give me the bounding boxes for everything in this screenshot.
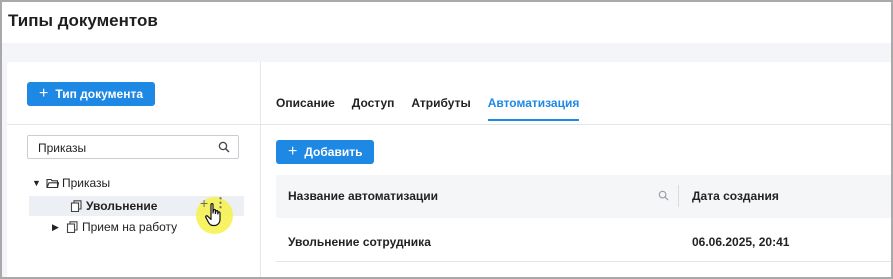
page-title: Типы документов (8, 11, 158, 30)
add-automation-button[interactable]: + Добавить (276, 140, 375, 164)
add-document-type-button[interactable]: + Тип документа (27, 82, 155, 106)
add-automation-label: Добавить (304, 145, 363, 159)
tab-description[interactable]: Описание (276, 96, 335, 120)
tab-access[interactable]: Доступ (352, 96, 395, 120)
search-input[interactable]: Приказы (27, 135, 239, 159)
search-icon[interactable] (658, 190, 669, 201)
tree-node-orders[interactable]: ▼ Приказы (32, 176, 110, 190)
table-row[interactable]: Увольнение сотрудника 06.06.2025, 20:41 (276, 219, 891, 262)
tab-automation[interactable]: Автоматизация (487, 96, 579, 121)
tab-attributes[interactable]: Атрибуты (411, 96, 470, 120)
search-input-value: Приказы (38, 141, 87, 155)
tree-node-hiring[interactable]: ▶ Прием на работу (52, 220, 177, 234)
plus-icon: + (39, 85, 49, 102)
table-header: Название автоматизации Дата создания (276, 175, 891, 218)
documents-icon (66, 221, 78, 233)
hand-pointer-icon (205, 203, 221, 227)
panel-divider (260, 62, 261, 277)
column-header-created[interactable]: Дата создания (692, 189, 779, 203)
caret-right-icon[interactable]: ▶ (52, 222, 62, 233)
page-header: Типы документов (2, 2, 891, 43)
app-window: Типы документов + Тип документа Приказы … (0, 0, 893, 279)
automation-name: Увольнение сотрудника (288, 235, 431, 249)
content-panel: + Тип документа Приказы ▼ Приказы Увольн… (7, 62, 891, 277)
documents-icon (70, 200, 82, 212)
tree-node-label: Прием на работу (82, 220, 178, 234)
tabs-divider (261, 124, 891, 125)
folder-open-icon (46, 178, 59, 189)
add-document-type-label: Тип документа (55, 87, 143, 101)
column-separator[interactable] (678, 185, 679, 207)
search-icon[interactable] (218, 141, 230, 153)
plus-icon: + (288, 143, 298, 160)
tab-bar: Описание Доступ Атрибуты Автоматизация (276, 96, 579, 121)
tree-node-label: Приказы (62, 176, 111, 190)
tree-node-label: Увольнение (86, 199, 158, 213)
automation-created-date: 06.06.2025, 20:41 (692, 235, 790, 249)
caret-down-icon[interactable]: ▼ (32, 178, 42, 188)
left-header-divider (7, 124, 260, 125)
column-header-name[interactable]: Название автоматизации (288, 189, 438, 203)
